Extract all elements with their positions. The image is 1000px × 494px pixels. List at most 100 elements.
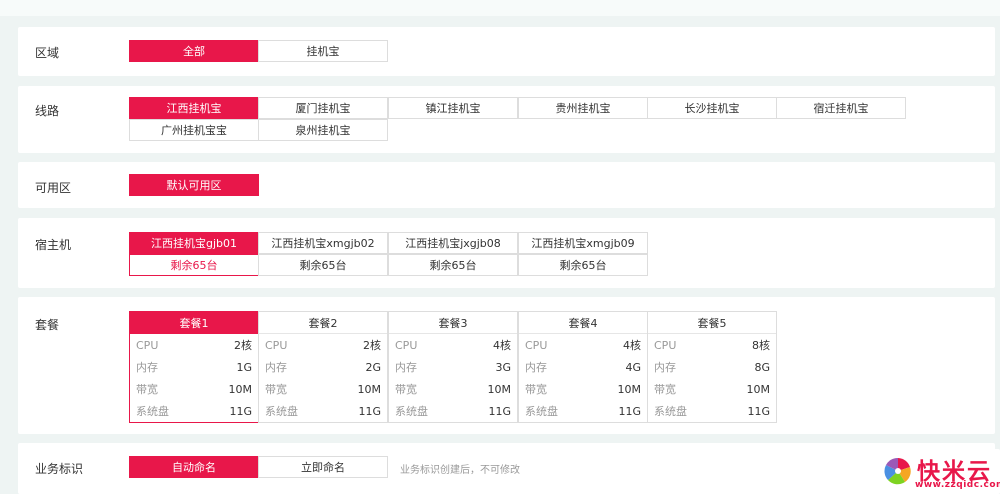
watermark: 快米云 www.zzqidc.com — [877, 449, 1000, 494]
line-option-guizhou[interactable]: 贵州挂机宝 — [518, 97, 648, 119]
spec-value: 3G — [495, 360, 511, 374]
spec-value: 11G — [618, 404, 641, 418]
package-name: 套餐4 — [519, 312, 647, 334]
spec-value: 11G — [488, 404, 511, 418]
top-bar — [0, 0, 1000, 16]
line-option-changsha[interactable]: 长沙挂机宝 — [647, 97, 777, 119]
zone-label: 可用区 — [35, 181, 72, 195]
spec-row-disk: 系统盘 11G — [389, 400, 517, 422]
business-option-manual[interactable]: 立即命名 — [258, 456, 388, 478]
package-name: 套餐5 — [648, 312, 776, 334]
spec-key: CPU — [525, 338, 548, 352]
host-remain-jxgjb08: 剩余65台 — [388, 254, 518, 276]
spec-key: 内存 — [136, 361, 158, 374]
watermark-url: www.zzqidc.com — [915, 480, 1000, 490]
package-section: 套餐 套餐1 CPU 2核 内存 1G 带宽 10M 系统盘 11G 套餐2 CPU 2核… — [18, 297, 995, 434]
line-option-jiangxi[interactable]: 江西挂机宝 — [129, 97, 259, 119]
host-option-xmgjb02[interactable]: 江西挂机宝xmgjb02 — [258, 232, 388, 254]
spec-key: CPU — [395, 338, 418, 352]
line-option-guangzhou[interactable]: 广州挂机宝宝 — [129, 119, 259, 141]
spec-key: CPU — [654, 338, 677, 352]
line-option-suqian[interactable]: 宿迁挂机宝 — [776, 97, 906, 119]
spec-value: 11G — [358, 404, 381, 418]
spec-key: 系统盘 — [265, 405, 298, 418]
line-option-quanzhou[interactable]: 泉州挂机宝 — [258, 119, 388, 141]
spec-key: CPU — [265, 338, 288, 352]
spec-row-bw: 带宽 10M — [389, 378, 517, 400]
package-card-2[interactable]: 套餐2 CPU 2核 内存 2G 带宽 10M 系统盘 11G — [258, 311, 388, 423]
spec-value: 10M — [617, 382, 642, 396]
region-option-guajibao[interactable]: 挂机宝 — [258, 40, 388, 62]
region-label: 区域 — [35, 46, 60, 60]
spec-value: 2G — [365, 360, 381, 374]
host-remain-gjb01: 剩余65台 — [129, 254, 259, 276]
spec-row-cpu: CPU 2核 — [259, 334, 387, 356]
host-option-xmgjb09[interactable]: 江西挂机宝xmgjb09 — [518, 232, 648, 254]
spec-key: 内存 — [265, 361, 287, 374]
business-label: 业务标识 — [35, 462, 84, 476]
package-name: 套餐1 — [130, 312, 258, 334]
spec-value: 2核 — [363, 339, 381, 352]
spec-value: 10M — [746, 382, 771, 396]
spec-key: 内存 — [654, 361, 676, 374]
spec-key: 系统盘 — [395, 405, 428, 418]
region-option-all[interactable]: 全部 — [129, 40, 259, 62]
spec-value: 1G — [236, 360, 252, 374]
host-label: 宿主机 — [35, 238, 72, 252]
spec-key: 带宽 — [525, 383, 547, 396]
line-section: 线路 江西挂机宝 厦门挂机宝 镇江挂机宝 贵州挂机宝 长沙挂机宝 宿迁挂机宝 广… — [18, 86, 995, 153]
spec-row-mem: 内存 4G — [519, 356, 647, 378]
spec-key: 系统盘 — [525, 405, 558, 418]
host-option-gjb01[interactable]: 江西挂机宝gjb01 — [129, 232, 259, 254]
package-card-3[interactable]: 套餐3 CPU 4核 内存 3G 带宽 10M 系统盘 11G — [388, 311, 518, 423]
spec-value: 10M — [487, 382, 512, 396]
spec-key: 系统盘 — [654, 405, 687, 418]
spec-row-disk: 系统盘 11G — [130, 400, 258, 422]
host-section: 宿主机 江西挂机宝gjb01 剩余65台 江西挂机宝xmgjb02 剩余65台 … — [18, 218, 995, 288]
spec-value: 11G — [747, 404, 770, 418]
line-option-zhenjiang[interactable]: 镇江挂机宝 — [388, 97, 518, 119]
spec-value: 4G — [625, 360, 641, 374]
spec-row-cpu: CPU 2核 — [130, 334, 258, 356]
spec-key: 内存 — [525, 361, 547, 374]
package-card-5[interactable]: 套餐5 CPU 8核 内存 8G 带宽 10M 系统盘 11G — [647, 311, 777, 423]
package-card-1[interactable]: 套餐1 CPU 2核 内存 1G 带宽 10M 系统盘 11G — [129, 311, 259, 423]
spec-value: 10M — [357, 382, 382, 396]
spec-key: CPU — [136, 338, 159, 352]
package-label: 套餐 — [35, 318, 60, 332]
spec-row-bw: 带宽 10M — [259, 378, 387, 400]
spec-value: 8G — [754, 360, 770, 374]
spec-row-mem: 内存 3G — [389, 356, 517, 378]
spec-row-cpu: CPU 4核 — [519, 334, 647, 356]
spec-value: 10M — [228, 382, 253, 396]
package-name: 套餐2 — [259, 312, 387, 334]
package-name: 套餐3 — [389, 312, 517, 334]
host-option-jxgjb08[interactable]: 江西挂机宝jxgjb08 — [388, 232, 518, 254]
spec-value: 4核 — [623, 339, 641, 352]
package-card-4[interactable]: 套餐4 CPU 4核 内存 4G 带宽 10M 系统盘 11G — [518, 311, 648, 423]
region-section: 区域 全部 挂机宝 — [18, 27, 995, 76]
spec-key: 带宽 — [654, 383, 676, 396]
spec-row-bw: 带宽 10M — [130, 378, 258, 400]
zone-option-default[interactable]: 默认可用区 — [129, 174, 259, 196]
spec-row-disk: 系统盘 11G — [519, 400, 647, 422]
business-option-auto[interactable]: 自动命名 — [129, 456, 259, 478]
spec-key: 带宽 — [395, 383, 417, 396]
spec-key: 带宽 — [136, 383, 158, 396]
spec-key: 系统盘 — [136, 405, 169, 418]
spec-row-bw: 带宽 10M — [648, 378, 776, 400]
spec-key: 带宽 — [265, 383, 287, 396]
spec-row-disk: 系统盘 11G — [259, 400, 387, 422]
pinwheel-logo-icon — [884, 457, 911, 485]
zone-section: 可用区 默认可用区 — [18, 162, 995, 208]
spec-row-mem: 内存 8G — [648, 356, 776, 378]
spec-key: 内存 — [395, 361, 417, 374]
line-label: 线路 — [35, 104, 60, 118]
spec-value: 2核 — [234, 339, 252, 352]
spec-value: 4核 — [493, 339, 511, 352]
business-hint: 业务标识创建后，不可修改 — [400, 465, 520, 476]
spec-row-disk: 系统盘 11G — [648, 400, 776, 422]
spec-row-mem: 内存 1G — [130, 356, 258, 378]
spec-row-bw: 带宽 10M — [519, 378, 647, 400]
line-option-xiamen[interactable]: 厦门挂机宝 — [258, 97, 388, 119]
